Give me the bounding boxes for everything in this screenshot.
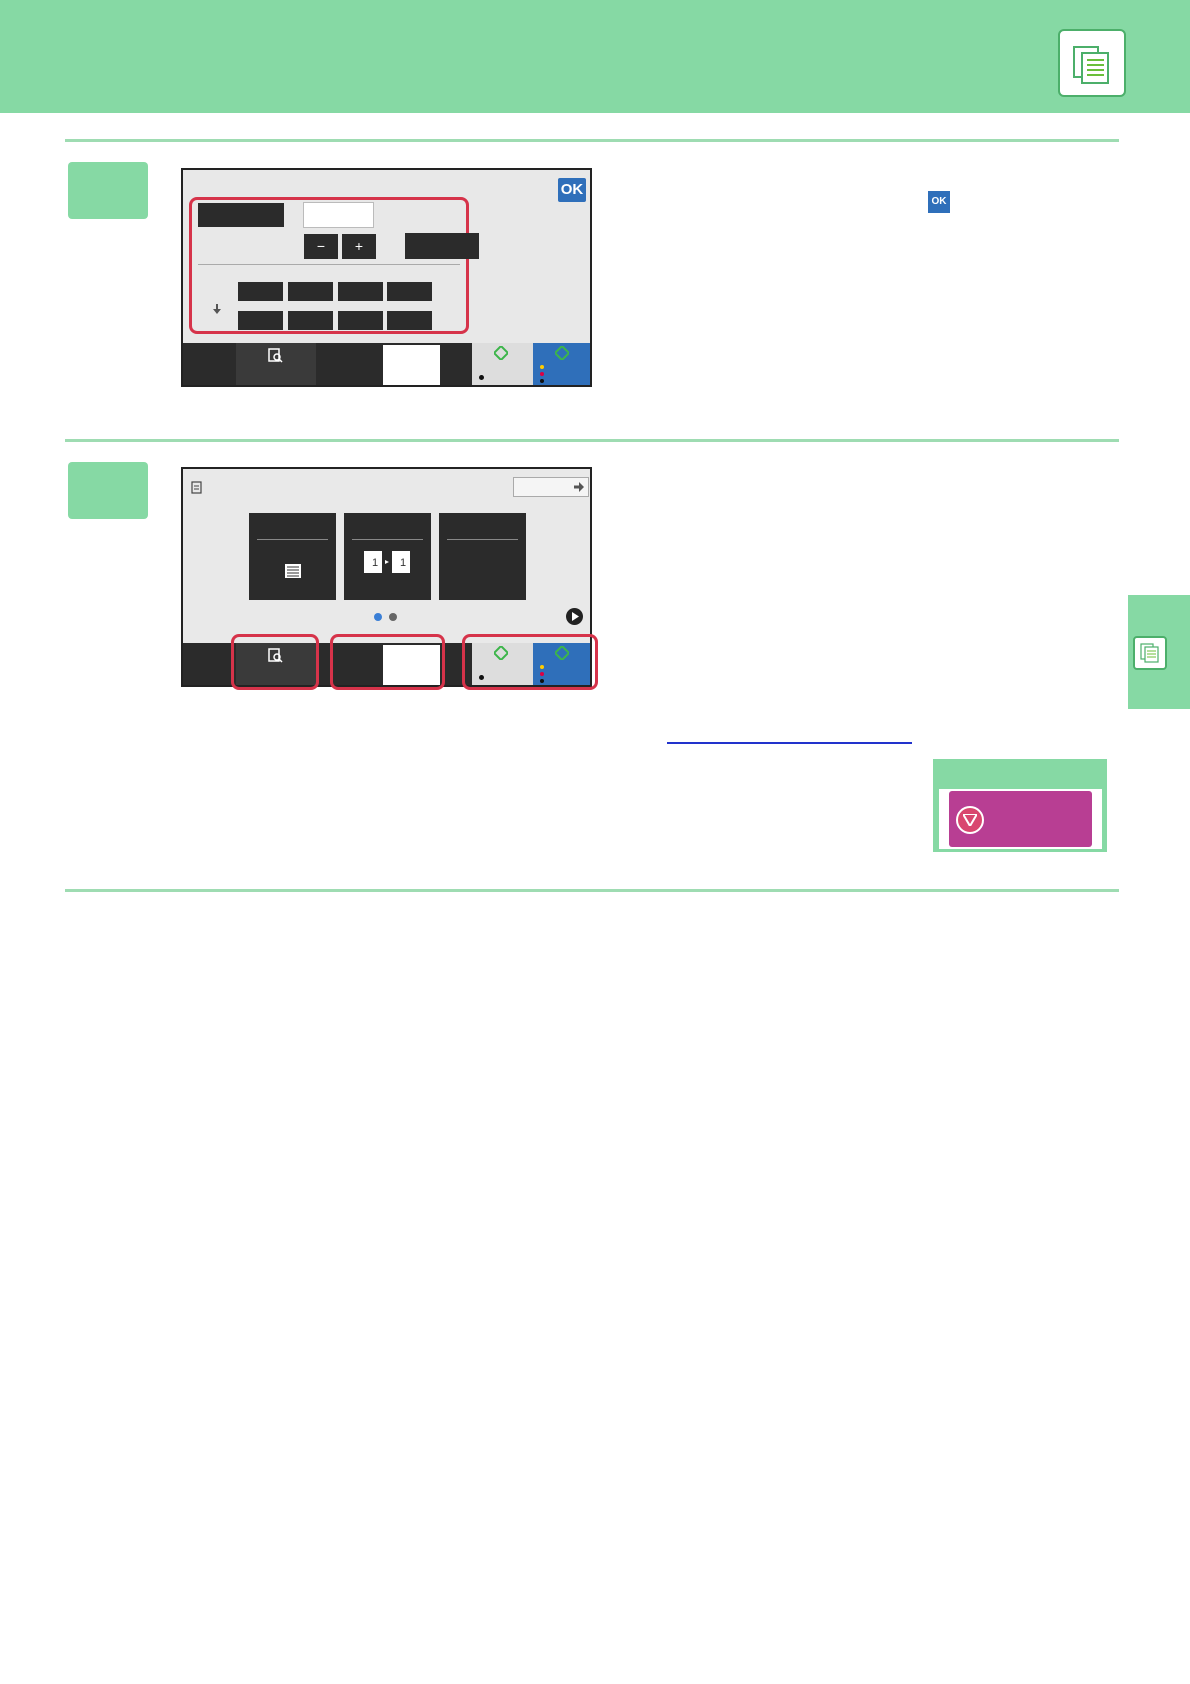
start-icon xyxy=(555,346,569,360)
copy-document-icon xyxy=(1058,29,1126,97)
value-field[interactable] xyxy=(303,202,374,228)
preset-key-8[interactable] xyxy=(387,311,432,330)
stop-icon xyxy=(956,806,984,834)
step1-screen: OK − + xyxy=(181,168,592,387)
function-tile-2[interactable]: 11 xyxy=(344,513,431,600)
play-right-icon xyxy=(572,612,579,621)
section-divider xyxy=(65,889,1119,892)
bw-start-button[interactable] xyxy=(472,343,533,385)
copy-document-icon xyxy=(1133,636,1167,670)
document-icon xyxy=(191,481,202,494)
function-tile-1[interactable] xyxy=(249,513,336,600)
preset-key-7[interactable] xyxy=(338,311,383,330)
page-header xyxy=(0,0,1190,113)
section-divider xyxy=(65,439,1119,442)
hyperlink-underline[interactable] xyxy=(667,742,912,744)
preview-button[interactable] xyxy=(236,343,316,385)
color-mode-icon xyxy=(285,564,301,578)
arrow-right-icon xyxy=(574,482,584,492)
plus-button[interactable]: + xyxy=(342,234,376,259)
function-tile-3[interactable] xyxy=(439,513,526,600)
preset-key-6[interactable] xyxy=(288,311,333,330)
duplex-copy-icon: 11 xyxy=(364,551,410,573)
copies-highlight xyxy=(330,634,445,690)
minus-button[interactable]: − xyxy=(304,234,338,259)
ok-key-icon: OK xyxy=(928,191,950,213)
color-dot-black xyxy=(540,379,544,383)
setting-key[interactable] xyxy=(198,203,284,227)
tile-divider xyxy=(352,539,423,540)
tile-divider xyxy=(447,539,518,540)
preview-icon xyxy=(268,348,283,363)
preset-key-2[interactable] xyxy=(288,282,333,301)
ok-button[interactable]: OK xyxy=(558,178,586,202)
preset-key-1[interactable] xyxy=(238,282,283,301)
color-dot-magenta xyxy=(540,372,544,376)
color-start-button[interactable] xyxy=(533,343,590,385)
action-key[interactable] xyxy=(405,233,479,259)
section-divider xyxy=(65,139,1119,142)
svg-text:1: 1 xyxy=(372,557,378,569)
page-dot-active[interactable] xyxy=(374,613,382,621)
copies-display xyxy=(383,345,440,385)
arrow-down-icon xyxy=(213,301,221,314)
svg-text:1: 1 xyxy=(400,557,406,569)
color-dot-yellow xyxy=(540,365,544,369)
start-icon xyxy=(494,346,508,360)
details-button[interactable] xyxy=(513,477,589,497)
start-highlight xyxy=(462,634,598,690)
step-number-box-1 xyxy=(68,162,148,219)
preview-highlight xyxy=(231,634,319,690)
page-dot[interactable] xyxy=(389,613,397,621)
settings-divider xyxy=(198,264,460,265)
tile-divider xyxy=(257,539,328,540)
next-page-button[interactable] xyxy=(566,608,583,625)
preset-key-3[interactable] xyxy=(338,282,383,301)
preset-key-5[interactable] xyxy=(238,311,283,330)
bw-dot-icon xyxy=(479,375,484,380)
step-number-box-2 xyxy=(68,462,148,519)
preset-key-4[interactable] xyxy=(387,282,432,301)
